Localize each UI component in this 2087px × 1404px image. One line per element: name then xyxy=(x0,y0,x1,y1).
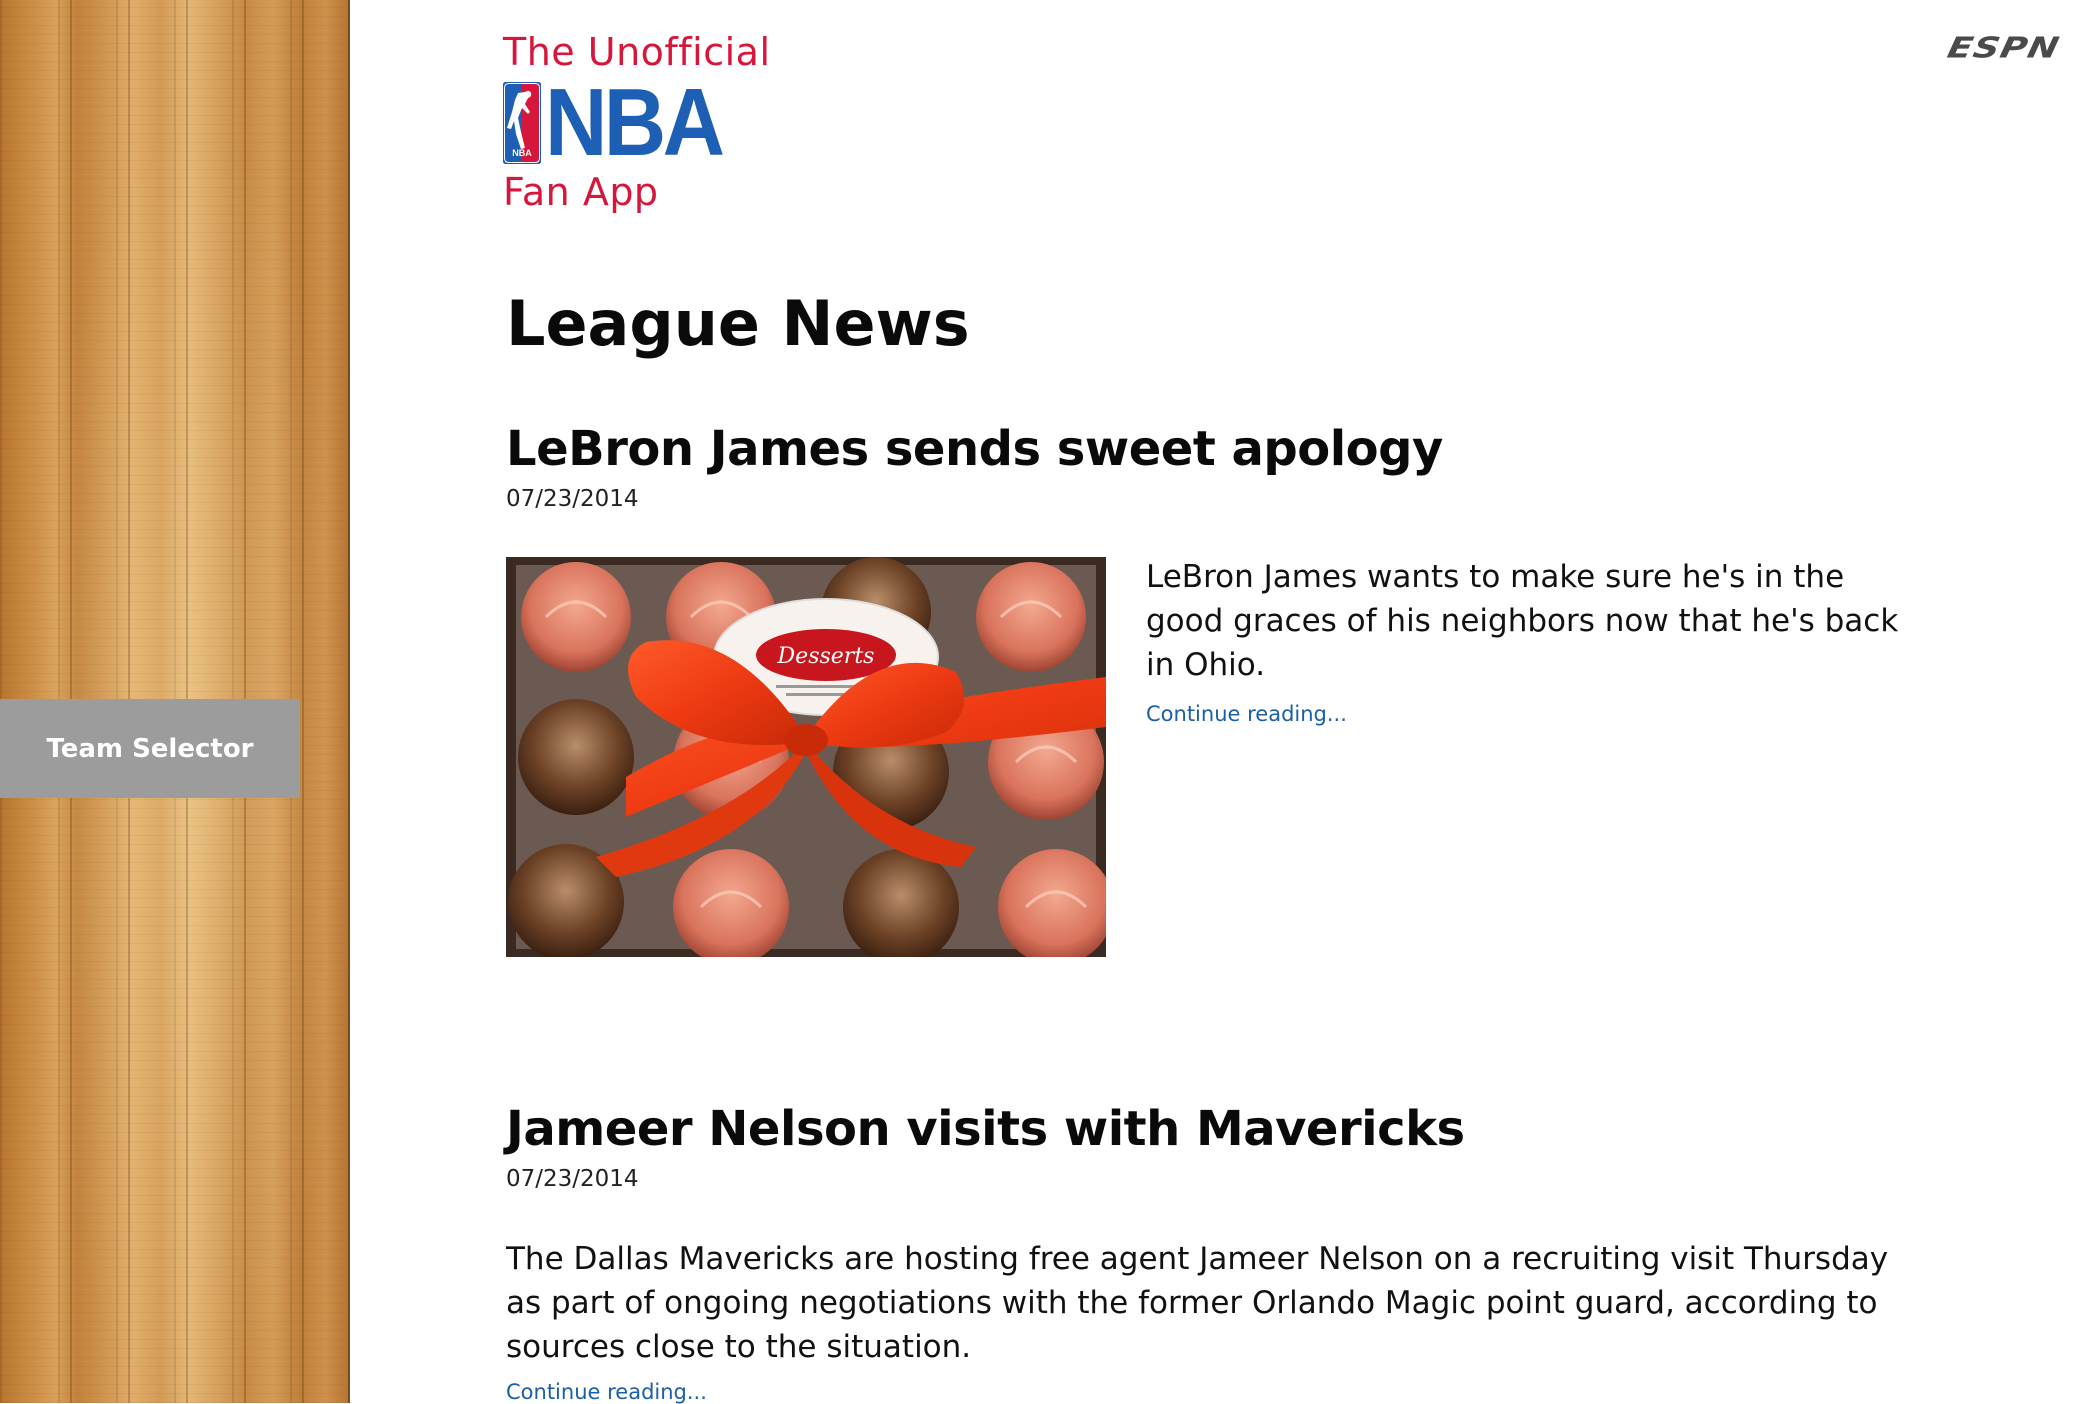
article-summary: The Dallas Mavericks are hosting free ag… xyxy=(506,1241,1889,1365)
nba-logo: NBA NBA xyxy=(503,69,823,176)
cupcake-box-label: Desserts xyxy=(777,644,875,669)
page-title: League News xyxy=(506,287,970,360)
floor-seam xyxy=(302,0,304,1403)
article-title[interactable]: Jameer Nelson visits with Mavericks xyxy=(506,1101,1465,1157)
sidebar-edge xyxy=(348,0,350,1403)
svg-text:NBA: NBA xyxy=(512,148,532,158)
nba-wordmark: NBA xyxy=(545,69,725,176)
article-title[interactable]: LeBron James sends sweet apology xyxy=(506,421,1443,477)
espn-logo[interactable]: ESPN xyxy=(1945,32,2063,65)
article-date: 07/23/2014 xyxy=(506,486,639,512)
team-selector-label: Team Selector xyxy=(46,733,254,764)
cupcakes-photo: Desserts xyxy=(506,557,1106,957)
article-summary: LeBron James wants to make sure he's in … xyxy=(1146,559,1899,683)
continue-reading-link[interactable]: Continue reading... xyxy=(1146,702,1347,726)
app-brand[interactable]: The Unofficial NBA NBA Fan App xyxy=(503,28,823,216)
article-image-cupcakes[interactable]: Desserts xyxy=(506,557,1106,957)
continue-reading-link[interactable]: Continue reading... xyxy=(506,1380,707,1404)
team-selector-button[interactable]: Team Selector xyxy=(0,699,300,798)
nba-logoman-icon: NBA xyxy=(503,82,541,164)
article-date: 07/23/2014 xyxy=(506,1166,639,1192)
